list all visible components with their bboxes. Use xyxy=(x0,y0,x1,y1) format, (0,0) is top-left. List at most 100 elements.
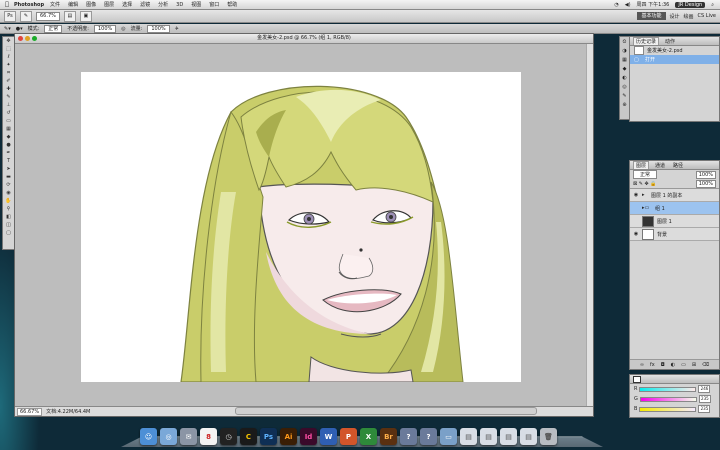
healing-tool-icon[interactable]: ✚ xyxy=(4,86,13,93)
folder-icon[interactable]: ▭ xyxy=(440,428,457,445)
menu-edit[interactable]: 编辑 xyxy=(68,1,78,8)
screen-mode-tool-icon[interactable]: ▢ xyxy=(4,230,13,237)
minimized-window-icon[interactable]: ▤ xyxy=(480,428,497,445)
shape-tool-icon[interactable]: ▬ xyxy=(4,174,13,181)
path-select-tool-icon[interactable]: ➤ xyxy=(4,166,13,173)
document-title-bar[interactable]: 金发美女-2.psd @ 66.7% (组 1, RGB/8) xyxy=(15,34,593,44)
green-value[interactable]: 235 xyxy=(698,395,711,403)
color-swatch-icon[interactable] xyxy=(633,375,641,383)
adjustments-panel-icon[interactable]: ◐ xyxy=(621,75,628,82)
spotlight-icon[interactable]: ⌕ xyxy=(711,2,714,8)
cs-live-button[interactable]: CS Live xyxy=(698,13,716,19)
indesign-icon[interactable]: Id xyxy=(300,428,317,445)
powerpoint-icon[interactable]: P xyxy=(340,428,357,445)
menu-select[interactable]: 选择 xyxy=(122,1,132,8)
tab-actions[interactable]: 动作 xyxy=(663,38,677,45)
tab-layers[interactable]: 图层 xyxy=(633,161,650,169)
user-menu[interactable]: JR Design xyxy=(675,1,706,8)
status-doc-size[interactable]: 文档:4.22M/64.4M xyxy=(46,408,90,415)
workspace-painting-button[interactable]: 绘画 xyxy=(684,13,694,20)
masks-panel-icon[interactable]: ◎ xyxy=(621,84,628,91)
move-tool-icon[interactable]: ✥ xyxy=(4,38,13,45)
dodge-tool-icon[interactable]: ● xyxy=(4,142,13,149)
artwork-canvas[interactable] xyxy=(81,72,521,382)
mode-select[interactable]: 正常 xyxy=(44,24,63,33)
workspace-essentials-button[interactable]: 基本功能 xyxy=(637,12,666,20)
tab-paths[interactable]: 路径 xyxy=(671,162,685,169)
excel-icon[interactable]: X xyxy=(360,428,377,445)
gradient-tool-icon[interactable]: ▦ xyxy=(4,126,13,133)
illustrator-icon[interactable]: Ai xyxy=(280,428,297,445)
menu-filter[interactable]: 滤镜 xyxy=(140,1,150,8)
arrange-icon[interactable]: ▤ xyxy=(63,10,76,22)
mask-icon[interactable]: ◘ xyxy=(661,362,665,368)
menu-analysis[interactable]: 分析 xyxy=(158,1,168,8)
help-viewer-icon[interactable]: ? xyxy=(420,428,437,445)
adjust-icon[interactable]: ◐ xyxy=(671,362,675,368)
eye-icon[interactable]: ◉ xyxy=(633,192,639,198)
ps-logo-icon[interactable]: Ps xyxy=(4,10,16,22)
menu-layer[interactable]: 图层 xyxy=(104,1,114,8)
blue-value[interactable]: 235 xyxy=(698,405,711,413)
word-icon[interactable]: W xyxy=(320,428,337,445)
history-panel-icon[interactable]: ⏲ xyxy=(621,39,628,46)
hand-tool-icon[interactable]: ✋ xyxy=(4,198,13,205)
minimized-window-icon[interactable]: ▤ xyxy=(500,428,517,445)
minimized-window-icon[interactable]: ▤ xyxy=(520,428,537,445)
type-tool-icon[interactable]: T xyxy=(4,158,13,165)
green-slider[interactable] xyxy=(639,396,697,402)
crop-tool-icon[interactable]: ⌗ xyxy=(4,70,13,77)
minimized-window-icon[interactable]: ▤ xyxy=(460,428,477,445)
blur-tool-icon[interactable]: ◆ xyxy=(4,134,13,141)
zoom-tool-icon[interactable]: ⚲ xyxy=(4,206,13,213)
eraser-tool-icon[interactable]: ▭ xyxy=(4,118,13,125)
color-panel-icon[interactable]: ◑ xyxy=(621,48,628,55)
status-zoom[interactable]: 66.67% xyxy=(17,407,43,416)
menu-view[interactable]: 视图 xyxy=(191,1,201,8)
blend-mode-select[interactable]: 正常 xyxy=(633,170,658,179)
pen-tool-icon[interactable]: ✒ xyxy=(4,150,13,157)
trash-icon[interactable]: 🗑 xyxy=(540,428,557,445)
quick-select-tool-icon[interactable]: ✦ xyxy=(4,62,13,69)
screen-mode-icon[interactable]: ▣ xyxy=(79,10,92,22)
canvas-area[interactable] xyxy=(15,44,593,406)
horizontal-scrollbar[interactable] xyxy=(235,407,537,415)
history-item-open[interactable]: ▢ 打开 xyxy=(630,55,719,64)
tab-channels[interactable]: 通道 xyxy=(653,162,667,169)
clone-source-icon[interactable]: ⊕ xyxy=(621,102,628,109)
zoom-select[interactable]: 66.7% xyxy=(36,11,60,21)
flow-input[interactable]: 100% xyxy=(147,24,170,33)
3d-rotate-tool-icon[interactable]: ⟳ xyxy=(4,182,13,189)
new-group-icon[interactable]: ▭ xyxy=(681,362,686,368)
safari-icon[interactable]: ◎ xyxy=(160,428,177,445)
brush-preset-icon[interactable]: ✎ xyxy=(20,10,32,22)
layer-row[interactable]: ◉ ▸ 图层 1 的副本 xyxy=(630,189,719,202)
brush-tool-icon[interactable]: ✎ xyxy=(4,94,13,101)
stamp-tool-icon[interactable]: ⊥ xyxy=(4,102,13,109)
minimize-icon[interactable] xyxy=(25,36,30,41)
opacity-input[interactable]: 100% xyxy=(93,24,117,33)
menu-file[interactable]: 文件 xyxy=(50,1,60,8)
photoshop-icon[interactable]: Ps xyxy=(260,428,277,445)
new-layer-icon[interactable]: ⊞ xyxy=(692,362,696,368)
eyedropper-tool-icon[interactable]: ✐ xyxy=(4,78,13,85)
menu-window[interactable]: 窗口 xyxy=(209,1,219,8)
tab-history[interactable]: 历史记录 xyxy=(633,37,660,45)
red-slider[interactable] xyxy=(639,386,697,392)
mail-icon[interactable]: ✉ xyxy=(180,428,197,445)
history-brush-tool-icon[interactable]: ↺ xyxy=(4,110,13,117)
color-swatches-icon[interactable]: ◧ xyxy=(4,214,13,221)
ical-icon[interactable]: 8 xyxy=(200,428,217,445)
finder-icon[interactable]: ☺ xyxy=(140,428,157,445)
workspace-design-button[interactable]: 设计 xyxy=(670,13,680,20)
marquee-tool-icon[interactable]: ⬚ xyxy=(4,46,13,53)
menu-help[interactable]: 帮助 xyxy=(227,1,237,8)
quick-mask-icon[interactable]: ◫ xyxy=(4,222,13,229)
menu-image[interactable]: 图像 xyxy=(86,1,96,8)
eye-icon[interactable]: ◉ xyxy=(633,231,639,237)
app-menu[interactable]: Photoshop xyxy=(14,2,44,8)
swatches-panel-icon[interactable]: ▦ xyxy=(621,57,628,64)
brush-size-icon[interactable]: ●▾ xyxy=(16,26,23,32)
menu-3d[interactable]: 3D xyxy=(176,2,183,8)
close-icon[interactable] xyxy=(18,36,23,41)
